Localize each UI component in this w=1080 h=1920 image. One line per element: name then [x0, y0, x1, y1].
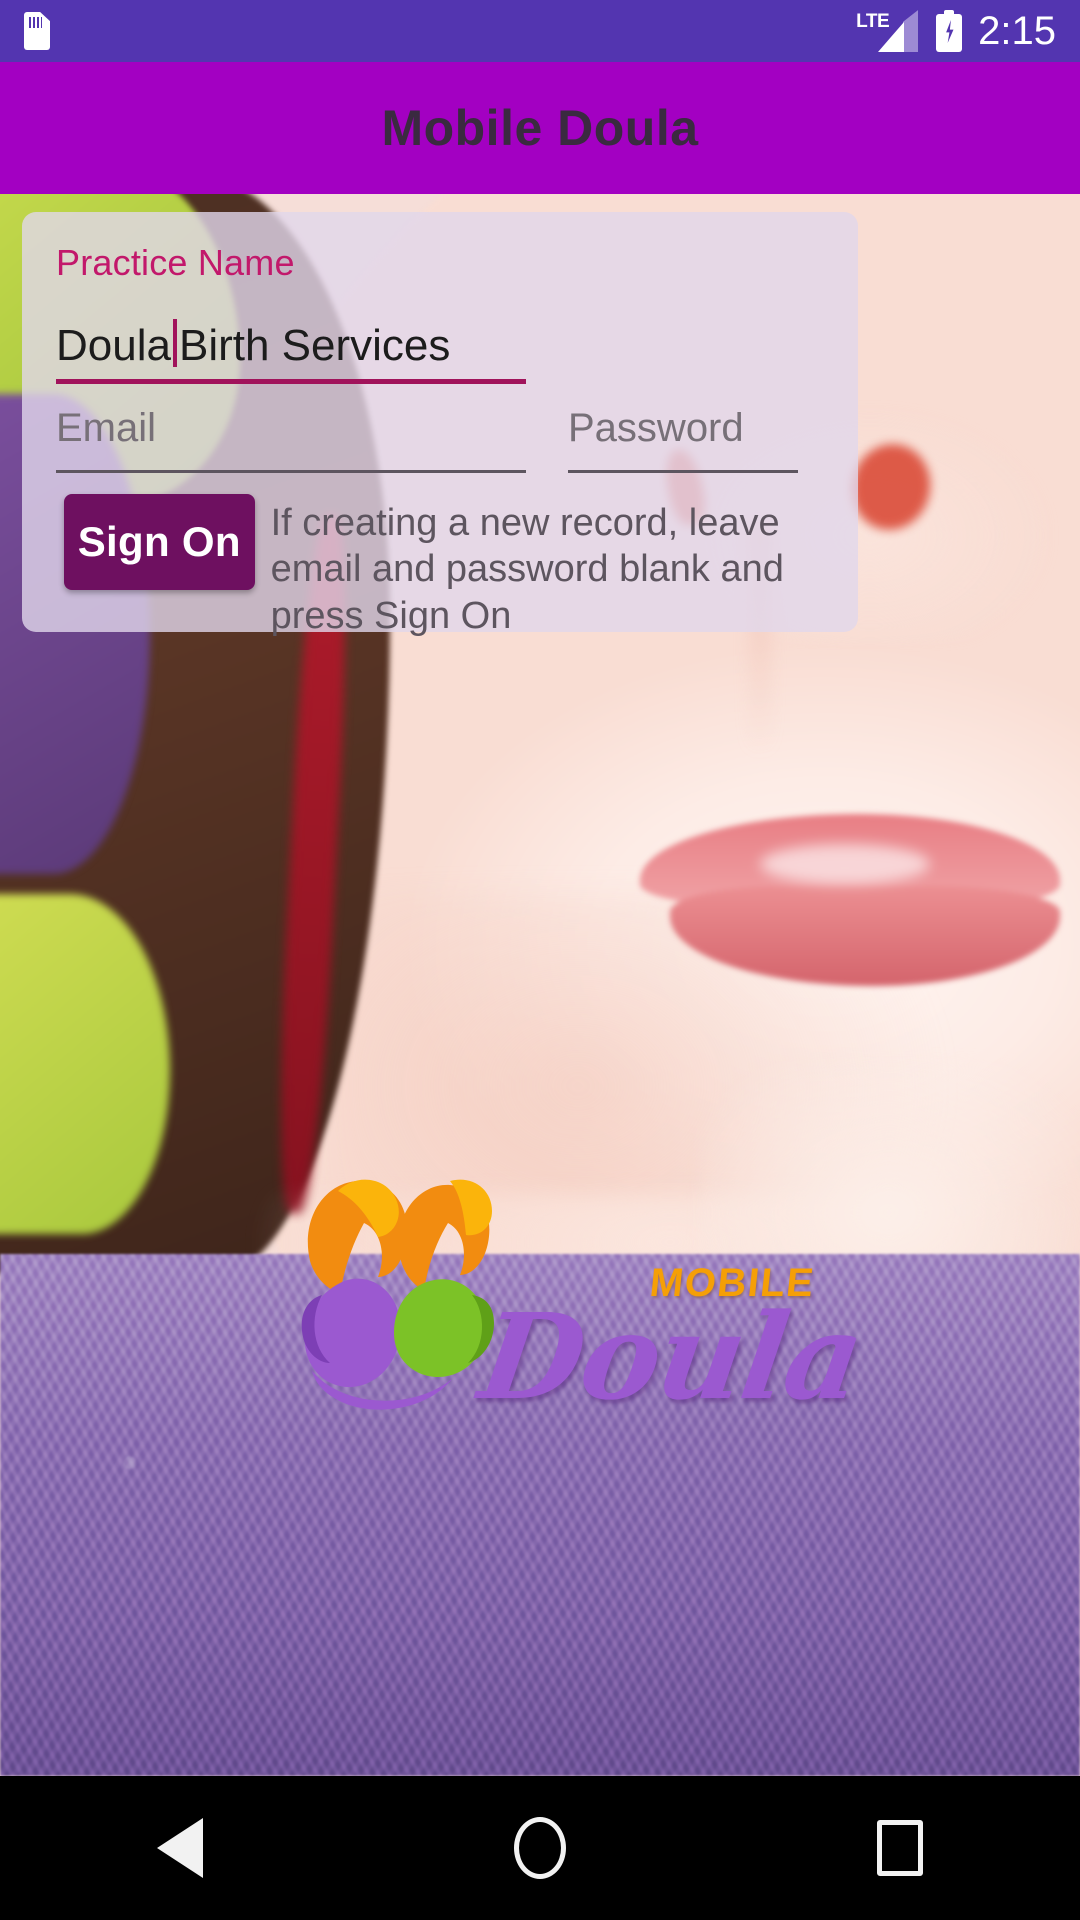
battery-charging-icon — [936, 10, 963, 52]
logo-wordmark: MOBILE Doula — [472, 1261, 870, 1426]
system-nav-bar — [0, 1776, 1080, 1920]
logo-doula-text: Doula — [472, 1287, 870, 1426]
password-input[interactable]: Password — [568, 408, 798, 473]
email-input[interactable]: Email — [56, 408, 526, 473]
action-row: Sign On If creating a new record, leave … — [64, 494, 854, 639]
page-title: Mobile Doula — [381, 100, 699, 156]
sign-on-button-label: Sign On — [77, 518, 241, 565]
status-bar-clock: 2:15 — [978, 9, 1056, 53]
practice-name-value-before-caret: Doula — [56, 321, 171, 370]
app-bar: Mobile Doula — [0, 62, 1080, 194]
password-placeholder: Password — [568, 406, 744, 450]
text-caret — [172, 319, 177, 367]
sign-on-button[interactable]: Sign On — [64, 494, 255, 590]
password-underline — [568, 470, 798, 473]
practice-name-label: Practice Name — [56, 242, 295, 283]
mobile-doula-logo: MOBILE Doula — [282, 1165, 870, 1426]
credentials-row: Email Password — [56, 408, 824, 473]
nav-home-button[interactable] — [450, 1776, 630, 1920]
status-bar: LTE 2:15 — [0, 0, 1080, 62]
email-placeholder: Email — [56, 406, 157, 450]
nav-back-button[interactable] — [90, 1776, 270, 1920]
practice-name-underline — [56, 379, 526, 385]
status-bar-left — [24, 12, 50, 50]
nav-recents-button[interactable] — [810, 1776, 990, 1920]
status-bar-right: LTE 2:15 — [856, 10, 1056, 52]
practice-name-input[interactable]: Doula Birth Services — [56, 312, 526, 385]
signal-bars-icon: LTE — [856, 10, 920, 52]
login-card: Practice Name Doula Birth Services Email… — [22, 212, 858, 637]
practice-name-value-after-caret: Birth Services — [178, 321, 451, 370]
back-icon — [157, 1818, 203, 1878]
home-icon — [514, 1817, 566, 1879]
phone-screen: LTE 2:15 Mobile Doula Practice Name Doul… — [0, 0, 1080, 1920]
sd-card-icon — [24, 12, 50, 50]
recents-icon — [877, 1820, 923, 1876]
email-underline — [56, 470, 526, 473]
sign-on-hint-text: If creating a new record, leave email an… — [270, 502, 784, 637]
